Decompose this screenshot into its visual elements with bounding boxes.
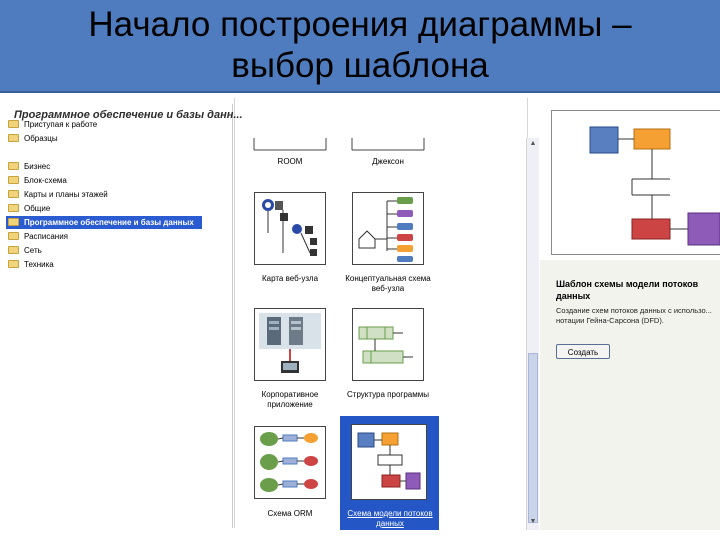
scroll-up-icon[interactable]: ▲ xyxy=(527,138,539,150)
slide-title-line2: выбор шаблона xyxy=(231,46,489,85)
folder-icon xyxy=(8,204,19,212)
category-tree: Приступая к работе Образцы Бизнес Блок-с… xyxy=(4,104,233,528)
tree-item-software-databases[interactable]: Программное обеспечение и базы данных xyxy=(6,216,202,229)
template-conceptual-website[interactable]: Концептуальная схема веб-узла xyxy=(340,274,436,294)
scroll-down-icon[interactable]: ▼ xyxy=(527,516,539,528)
template-preview xyxy=(551,110,720,255)
templates-scrollbar[interactable]: ▲ ▼ xyxy=(526,138,539,530)
tree-item-flowchart[interactable]: Блок-схема xyxy=(8,174,67,187)
tree-item-label: Расписания xyxy=(24,232,68,241)
folder-icon xyxy=(8,246,19,254)
tree-item-label: Образцы xyxy=(24,134,58,143)
data-flow-model-icon[interactable] xyxy=(351,424,427,500)
enterprise-app-icon[interactable] xyxy=(254,308,326,381)
open-folder-icon xyxy=(8,218,19,226)
tree-item-label: Бизнес xyxy=(24,162,51,171)
template-orm[interactable]: Схема ORM xyxy=(252,509,328,519)
conceptual-website-icon[interactable] xyxy=(352,192,424,265)
template-jackson[interactable]: Джексон xyxy=(350,157,426,167)
template-program-structure[interactable]: Структура программы xyxy=(340,390,436,400)
folder-icon xyxy=(8,162,19,170)
folder-icon xyxy=(8,260,19,268)
tree-item-samples[interactable]: Образцы xyxy=(8,132,58,145)
template-description-title: Шаблон схемы модели потоков данных xyxy=(556,279,699,301)
tree-item-engineering[interactable]: Техника xyxy=(8,258,54,271)
folder-icon xyxy=(8,134,19,142)
template-data-flow-model[interactable]: Схема модели потоков данных xyxy=(341,509,439,529)
template-enterprise-app[interactable]: Корпоративное приложение xyxy=(244,390,336,410)
folder-icon xyxy=(8,120,19,128)
tree-item-label: Техника xyxy=(24,260,54,269)
create-button[interactable]: Создать xyxy=(556,344,610,359)
row1-thumb-edges xyxy=(253,138,425,151)
slide-title: Начало построения диаграммы – выбор шабл… xyxy=(0,0,720,93)
tree-item-business[interactable]: Бизнес xyxy=(8,160,50,173)
template-description-text: Создание схем потоков данных с использо.… xyxy=(556,306,712,325)
folder-icon xyxy=(8,190,19,198)
tree-item-schedules[interactable]: Расписания xyxy=(8,230,68,243)
program-structure-icon[interactable] xyxy=(352,308,424,381)
tree-item-label: Карты и планы этажей xyxy=(24,190,108,199)
visio-new-drawing-window: Приступая к работе Образцы Бизнес Блок-с… xyxy=(0,98,720,540)
orm-diagram-icon[interactable] xyxy=(254,426,326,499)
tree-item-label: Программное обеспечение и базы данных xyxy=(24,218,194,227)
folder-icon xyxy=(8,176,19,184)
tree-item-label: Блок-схема xyxy=(24,176,67,185)
tree-item-general[interactable]: Общие xyxy=(8,202,50,215)
folder-icon xyxy=(8,232,19,240)
website-map-icon[interactable] xyxy=(254,192,326,265)
tree-item-label: Общие xyxy=(24,204,51,213)
tree-item-label: Приступая к работе xyxy=(24,120,98,129)
tree-item-network[interactable]: Сеть xyxy=(8,244,42,257)
templates-heading: Программное обеспечение и базы данн... xyxy=(14,109,243,121)
tree-item-maps[interactable]: Карты и планы этажей xyxy=(8,188,108,201)
tree-item-label: Сеть xyxy=(24,246,42,255)
scrollbar-thumb[interactable] xyxy=(528,353,538,523)
slide-title-line1: Начало построения диаграммы – xyxy=(88,5,632,44)
template-room[interactable]: ROOM xyxy=(252,157,328,167)
template-website-map[interactable]: Карта веб-узла xyxy=(250,274,330,284)
